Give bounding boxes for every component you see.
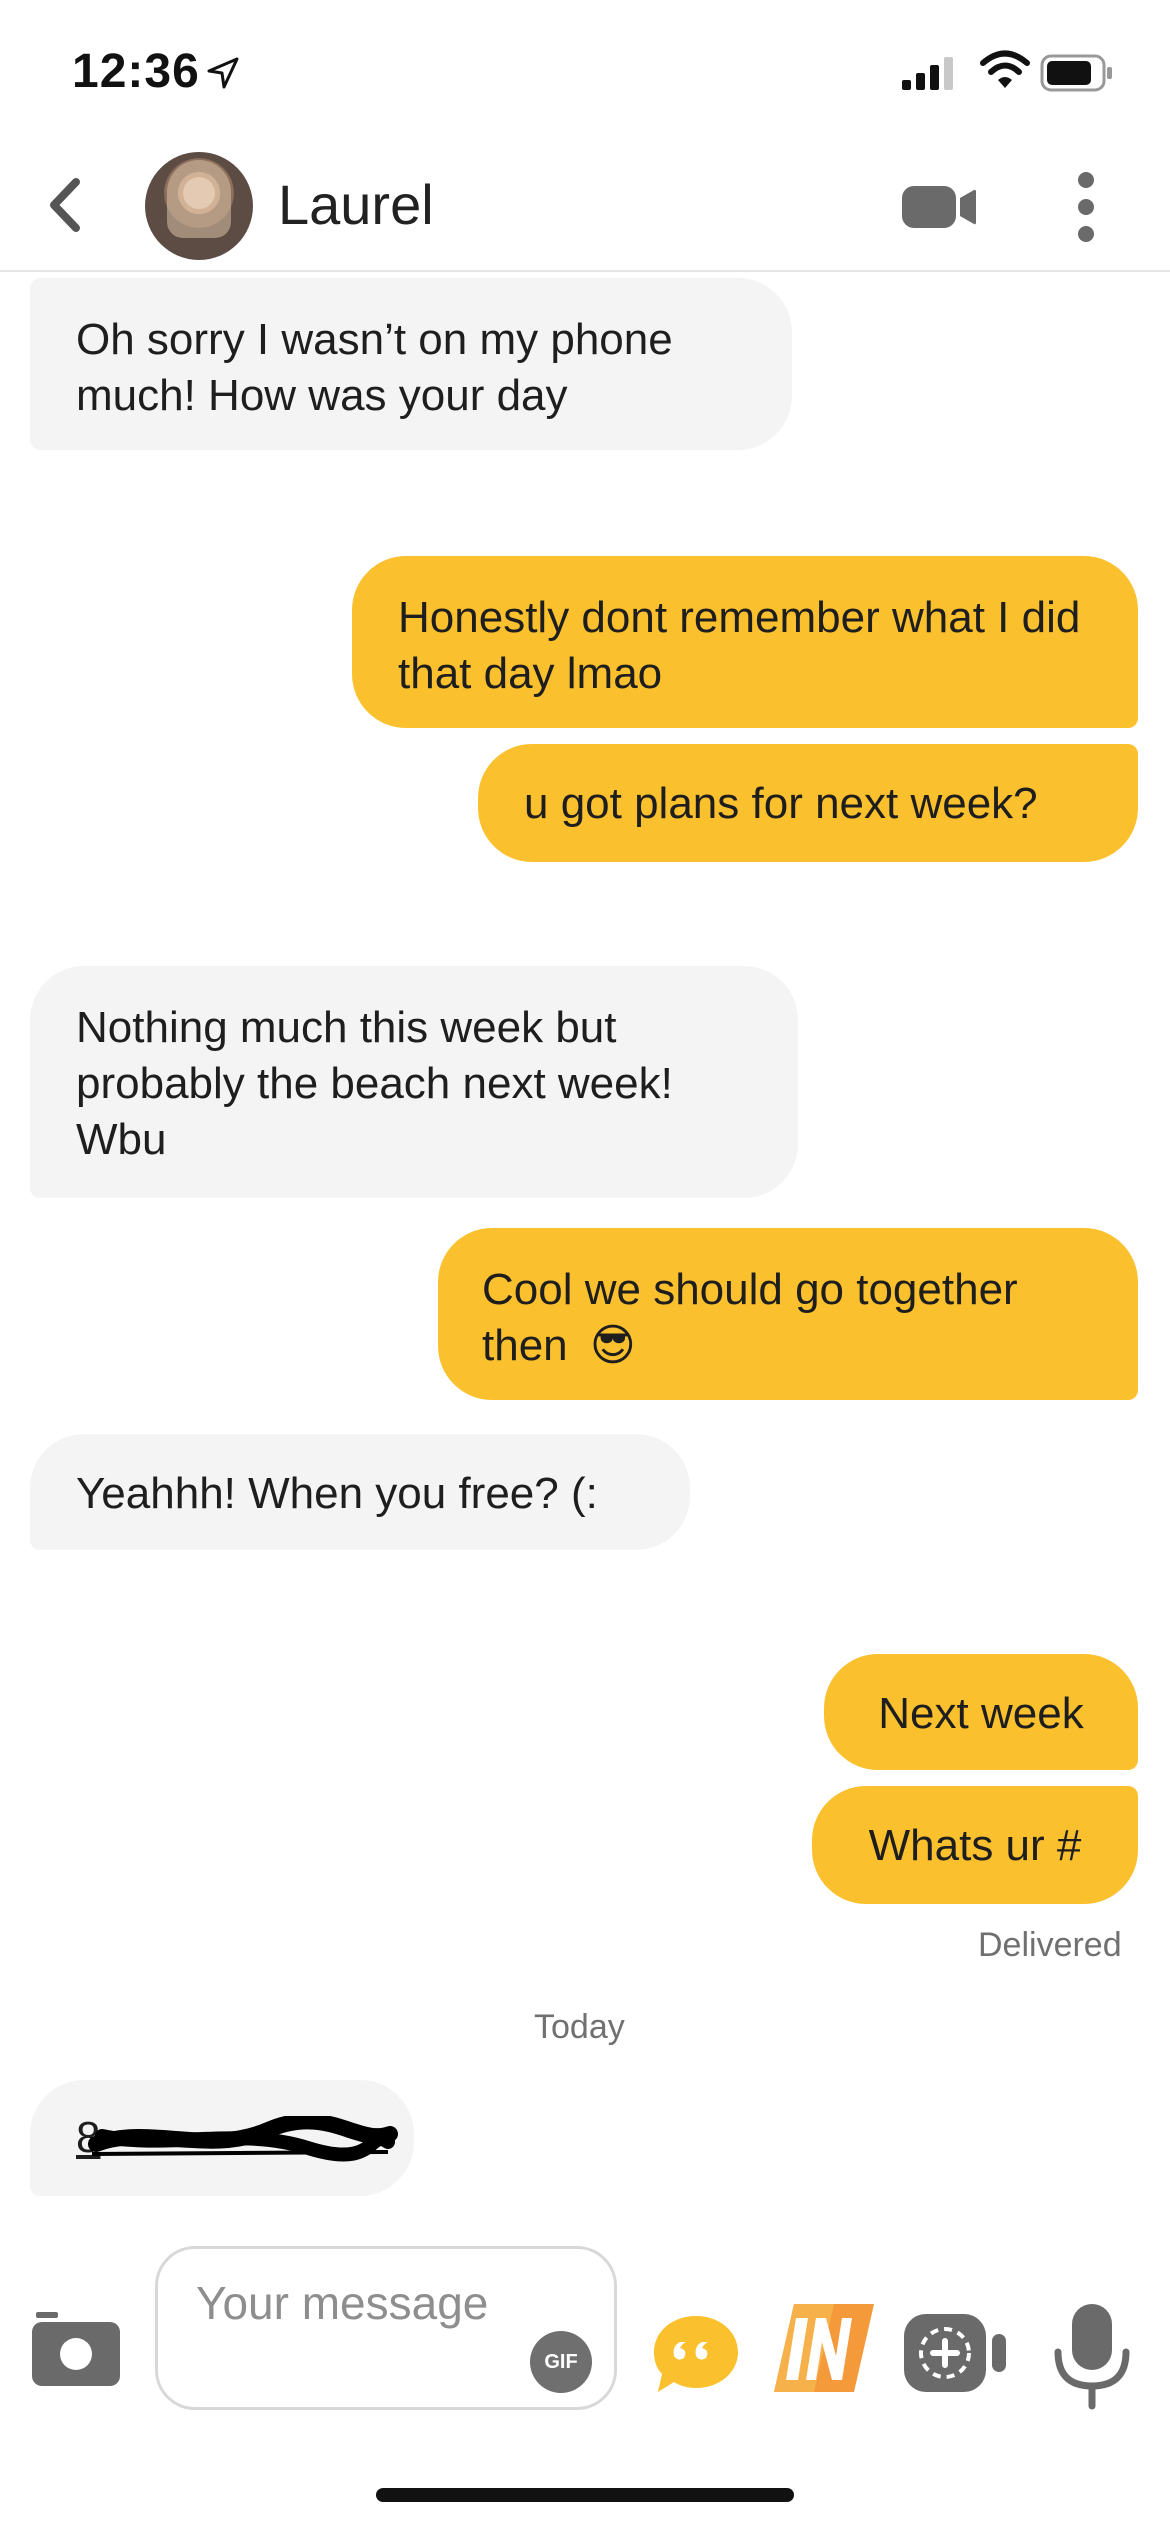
location-arrow-icon (207, 57, 239, 89)
redaction-scribble (88, 2116, 398, 2162)
message-outgoing[interactable]: u got plans for next week? (478, 744, 1138, 862)
status-time: 12:36 (72, 45, 200, 98)
more-options-icon[interactable] (1066, 170, 1106, 244)
message-text: u got plans for next week? (524, 779, 1038, 828)
camera-icon[interactable] (30, 2310, 122, 2390)
video-call-icon[interactable] (900, 184, 978, 230)
contact-name[interactable]: Laurel (278, 172, 434, 237)
message-input[interactable]: Your message GIF (155, 2246, 617, 2410)
message-text: Oh sorry I wasn’t on my phone much! How … (76, 315, 673, 420)
message-incoming[interactable]: 8 (30, 2080, 414, 2196)
message-incoming[interactable]: Oh sorry I wasn’t on my phone much! How … (30, 278, 792, 450)
signal-icon (902, 57, 953, 90)
message-text: Whats ur # (868, 1821, 1082, 1870)
message-incoming[interactable]: Nothing much this week but probably the … (30, 966, 798, 1198)
back-chevron-icon[interactable] (40, 170, 90, 240)
microphone-icon[interactable] (1050, 2300, 1134, 2412)
status-bar: 12:36 (0, 0, 1170, 140)
message-text: Nothing much this week but probably the … (76, 1003, 673, 1164)
wifi-icon (980, 50, 1030, 88)
message-placeholder: Your message (196, 2277, 489, 2329)
message-outgoing[interactable]: Next week (824, 1654, 1138, 1770)
chat-header: Laurel (0, 140, 1170, 272)
add-video-icon[interactable] (900, 2308, 1020, 2398)
message-outgoing[interactable]: Cool we should go together then 😎 (438, 1228, 1138, 1400)
in-badge-icon[interactable] (770, 2300, 878, 2396)
message-incoming[interactable]: Yeahhh! When you free? (: (30, 1434, 690, 1550)
message-text: Next week (878, 1689, 1084, 1738)
home-indicator[interactable] (376, 2488, 794, 2502)
sunglasses-emoji: 😎 (589, 1321, 636, 1370)
message-outgoing[interactable]: Whats ur # (812, 1786, 1138, 1904)
battery-icon (1040, 54, 1112, 92)
gif-icon[interactable]: GIF (530, 2331, 592, 2393)
message-text: Yeahhh! When you free? (: (76, 1469, 598, 1518)
delivered-status: Delivered (978, 1926, 1122, 1964)
message-text: Cool we should go together then (482, 1265, 1018, 1370)
message-outgoing[interactable]: Honestly dont remember what I did that d… (352, 556, 1138, 728)
avatar[interactable] (145, 152, 253, 260)
message-text: Honestly dont remember what I did that d… (398, 593, 1081, 698)
date-divider: Today (534, 2008, 625, 2046)
redacted-phone-number: 8 (76, 2110, 398, 2166)
quote-icon[interactable] (650, 2312, 742, 2396)
